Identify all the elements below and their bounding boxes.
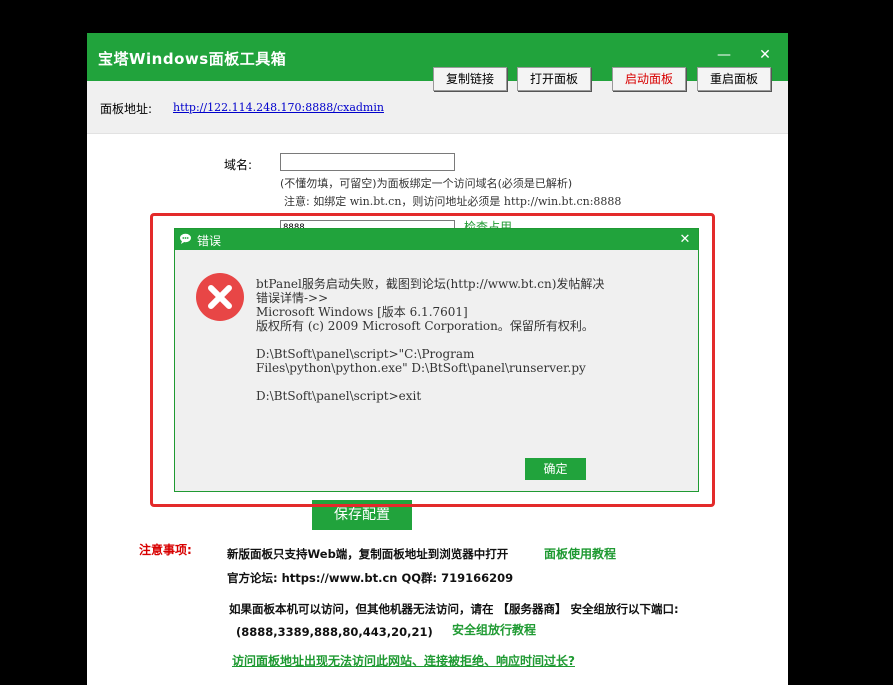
domain-input[interactable]	[280, 153, 455, 171]
window-title: 宝塔Windows面板工具箱	[98, 50, 287, 68]
notice-security-group: 如果面板本机可以访问，但其他机器无法访问，请在 【服务器商】 安全组放行以下端口…	[229, 602, 679, 616]
notice-heading: 注意事项:	[139, 543, 192, 557]
panel-url-link[interactable]: http://122.114.248.170:8888/cxadmin	[173, 101, 384, 114]
close-button[interactable]: ✕	[753, 43, 777, 67]
access-trouble-link[interactable]: 访问面板地址出现无法访问此网站、连接被拒绝、响应时间过长?	[232, 652, 575, 669]
notice-ports: (8888,3389,888,80,443,20,21)	[236, 625, 433, 639]
domain-note-url: http://win.bt.cn:8888	[503, 195, 622, 208]
restart-panel-button[interactable]: 重启面板	[697, 67, 771, 91]
domain-note-example: win.bt.cn	[349, 195, 402, 208]
panel-tutorial-link[interactable]: 面板使用教程	[544, 545, 616, 562]
copy-link-button[interactable]: 复制链接	[433, 67, 507, 91]
open-panel-button[interactable]: 打开面板	[517, 67, 591, 91]
domain-note-mid: ，则访问地址必须是	[401, 195, 504, 208]
domain-note: 注意: 如绑定 win.bt.cn，则访问地址必须是 http://win.bt…	[284, 193, 621, 209]
domain-note-prefix: 注意: 如绑定	[284, 195, 350, 208]
domain-hint: (不懂勿填，可留空)为面板绑定一个访问域名(必须是已解析)	[280, 177, 573, 190]
notice-web-only: 新版面板只支持Web端，复制面板地址到浏览器中打开	[227, 547, 509, 561]
minimize-button[interactable]: —	[712, 43, 736, 67]
address-label: 面板地址:	[100, 102, 153, 116]
annotation-highlight-box	[150, 213, 715, 507]
security-group-tutorial-link[interactable]: 安全组放行教程	[452, 621, 536, 638]
start-panel-button[interactable]: 启动面板	[612, 67, 686, 91]
domain-label: 域名:	[224, 158, 253, 172]
notice-forum-qq: 官方论坛: https://www.bt.cn QQ群: 719166209	[227, 571, 514, 585]
